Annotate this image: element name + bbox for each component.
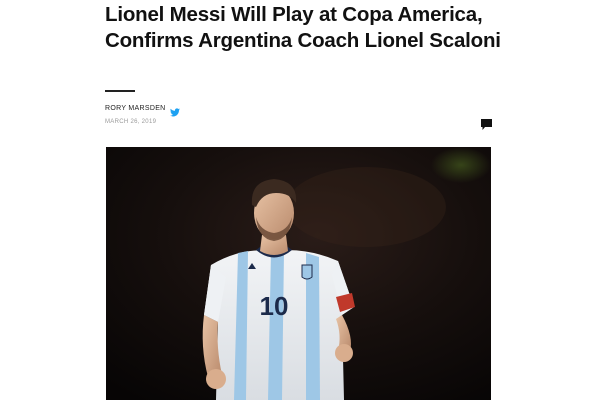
twitter-icon[interactable] [169,104,180,117]
headline-divider [105,90,135,92]
jersey-number: 10 [260,291,289,321]
publish-date: MARCH 26, 2019 [105,119,157,125]
author-name[interactable]: RORY MARSDEN [105,105,166,112]
player-photo: 10 [106,147,491,400]
article-hero-image: 10 [106,147,491,400]
article-headline: Lionel Messi Will Play at Copa America, … [105,3,501,52]
comment-icon[interactable] [481,117,492,130]
byline: RORY MARSDEN [105,104,180,117]
